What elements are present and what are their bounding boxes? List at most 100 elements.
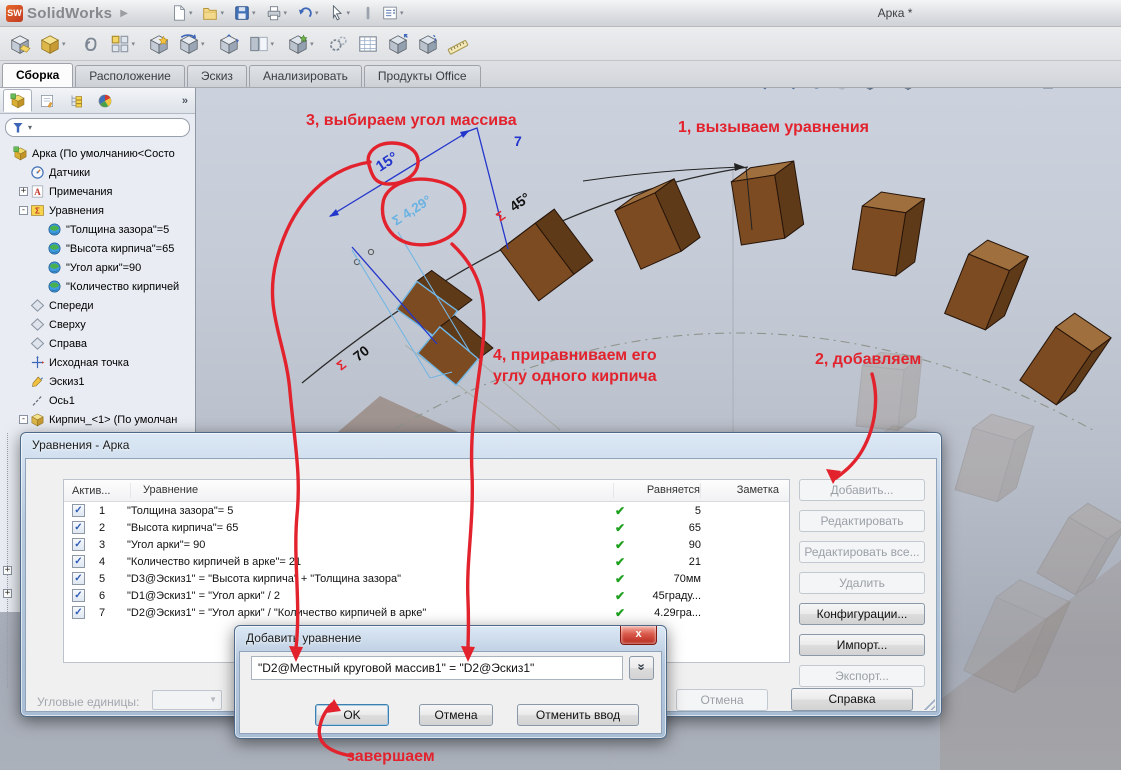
dropdown-arrow-icon[interactable]: ▾: [201, 40, 205, 48]
edit-button[interactable]: Редактировать: [799, 510, 925, 532]
equation-active-checkbox[interactable]: ✓: [72, 521, 85, 534]
tab-Расположение[interactable]: Расположение: [75, 65, 185, 87]
tree-item[interactable]: Эскиз1: [0, 372, 195, 391]
dropdown-arrow-icon[interactable]: ▾: [220, 9, 224, 17]
component-preview-button[interactable]: ▾: [39, 33, 71, 55]
equation-row[interactable]: ✓7"D2@Эскиз1" = "Угол арки" / "Количеств…: [64, 604, 789, 621]
measure-button[interactable]: [447, 33, 469, 55]
dropdown-arrow-icon[interactable]: ▾: [310, 40, 314, 48]
equation-row[interactable]: ✓5"D3@Эскиз1" = "Высота кирпича" + "Толщ…: [64, 570, 789, 587]
tab-Анализировать[interactable]: Анализировать: [249, 65, 362, 87]
filter-dropdown-icon[interactable]: ▾: [28, 123, 32, 132]
solidworks-logo[interactable]: SW SolidWorks ▶: [0, 5, 138, 22]
equation-active-checkbox[interactable]: ✓: [72, 606, 85, 619]
rotate-component-button[interactable]: ▾: [178, 33, 210, 55]
equations-dialog-title[interactable]: Уравнения - Арка: [21, 433, 941, 457]
component-pattern-button[interactable]: ▾: [109, 33, 141, 55]
expand-chevron-button[interactable]: »: [629, 656, 654, 680]
dropdown-arrow-icon[interactable]: ▾: [132, 40, 136, 48]
tree-item[interactable]: Датчики: [0, 163, 195, 182]
add-equation-button[interactable]: Добавить...: [799, 479, 925, 501]
edit-all-button[interactable]: Редактировать все...: [799, 541, 925, 563]
bill-of-materials-button[interactable]: [357, 33, 379, 55]
equation-active-checkbox[interactable]: ✓: [72, 504, 85, 517]
tree-expander[interactable]: +: [3, 566, 12, 575]
new-document-button[interactable]: ▾: [168, 3, 200, 23]
tree-item[interactable]: Спереди: [0, 296, 195, 315]
tree-item[interactable]: -Кирпич_<1> (По умолчан: [0, 410, 195, 429]
configurations-button[interactable]: Конфигурации...: [799, 603, 925, 625]
cancel-button[interactable]: Отмена: [676, 689, 768, 711]
equation-active-checkbox[interactable]: ✓: [72, 572, 85, 585]
tree-item[interactable]: Исходная точка: [0, 353, 195, 372]
explode-lines-button[interactable]: [417, 33, 439, 55]
add-equation-dialog-title[interactable]: Добавить уравнение: [235, 626, 666, 650]
dropdown-arrow-icon[interactable]: ▾: [347, 9, 351, 17]
column-equation[interactable]: Уравнение: [130, 483, 613, 498]
toggle-button[interactable]: [357, 3, 379, 23]
dropdown-arrow-icon[interactable]: ▾: [284, 9, 288, 17]
tree-item[interactable]: Справа: [0, 334, 195, 353]
print-button[interactable]: ▾: [263, 3, 295, 23]
configurationmanager-tab[interactable]: [61, 89, 90, 112]
export-button[interactable]: Экспорт...: [799, 665, 925, 687]
equation-active-checkbox[interactable]: ✓: [72, 538, 85, 551]
equation-row[interactable]: ✓6"D1@Эскиз1" = "Угол арки" / 2✔45граду.…: [64, 587, 789, 604]
filter-input[interactable]: ▾: [5, 118, 190, 137]
dropdown-arrow-icon[interactable]: ▾: [189, 9, 193, 17]
tree-item[interactable]: -ΣУравнения: [0, 201, 195, 220]
equation-row[interactable]: ✓4"Количество кирпичей в арке"= 21✔21: [64, 553, 789, 570]
displaymanager-tab[interactable]: [90, 89, 119, 112]
options-list-button[interactable]: ▾: [379, 3, 411, 23]
tab-Продукты Office[interactable]: Продукты Office: [364, 65, 481, 87]
dropdown-arrow-icon[interactable]: ▾: [315, 9, 319, 17]
select-button[interactable]: ▾: [326, 3, 358, 23]
equation-row[interactable]: ✓2"Высота кирпича"= 65✔65: [64, 519, 789, 536]
close-icon[interactable]: x: [620, 626, 657, 645]
angular-units-select[interactable]: ▼: [152, 690, 222, 710]
equation-active-checkbox[interactable]: ✓: [72, 555, 85, 568]
tree-item[interactable]: "Высота кирпича"=65: [0, 239, 195, 258]
panel-expand-icon[interactable]: »: [182, 95, 188, 107]
assembly-features-button[interactable]: ▾: [287, 33, 319, 55]
equation-input[interactable]: "D2@Местный круговой массив1" = "D2@Эски…: [251, 656, 623, 680]
import-button[interactable]: Импорт...: [799, 634, 925, 656]
equation-row[interactable]: ✓1"Толщина зазора"= 5✔5: [64, 502, 789, 519]
cancel-button[interactable]: Отмена: [419, 704, 493, 726]
tree-expander[interactable]: -: [19, 415, 28, 424]
dropdown-arrow-icon[interactable]: ▾: [252, 9, 256, 17]
tab-Сборка[interactable]: Сборка: [2, 63, 73, 87]
column-active[interactable]: Актив...: [64, 485, 130, 497]
tree-item[interactable]: "Толщина зазора"=5: [0, 220, 195, 239]
equation-active-checkbox[interactable]: ✓: [72, 589, 85, 602]
featuremanager-tab[interactable]: [3, 89, 32, 112]
tree-item[interactable]: Ось1: [0, 391, 195, 410]
tree-expander[interactable]: +: [19, 187, 28, 196]
tree-item[interactable]: "Угол арки"=90: [0, 258, 195, 277]
insert-component-button[interactable]: [9, 33, 31, 55]
delete-button[interactable]: Удалить: [799, 572, 925, 594]
dropdown-arrow-icon[interactable]: ▾: [271, 40, 275, 48]
tree-expander[interactable]: -: [19, 206, 28, 215]
tree-expander[interactable]: +: [3, 589, 12, 598]
ok-button[interactable]: OK: [315, 704, 389, 726]
tree-item[interactable]: Сверху: [0, 315, 195, 334]
menu-expand-arrow-icon[interactable]: ▶: [120, 8, 128, 19]
column-comment[interactable]: Заметка: [700, 483, 789, 498]
undo-button[interactable]: ▾: [294, 3, 326, 23]
motion-study-button[interactable]: [327, 33, 349, 55]
help-button[interactable]: Справка: [791, 688, 913, 711]
cancel-input-button[interactable]: Отменить ввод: [517, 704, 639, 726]
dropdown-arrow-icon[interactable]: ▾: [62, 40, 66, 48]
show-hidden-button[interactable]: ▾: [248, 33, 280, 55]
smart-fasteners-button[interactable]: [148, 33, 170, 55]
mate-button[interactable]: [79, 33, 101, 55]
save-button[interactable]: ▾: [231, 3, 263, 23]
dropdown-arrow-icon[interactable]: ▾: [400, 9, 404, 17]
column-evaluates-to[interactable]: Равняется: [613, 483, 700, 498]
tree-item[interactable]: Арка (По умолчанию<Состо: [0, 144, 195, 163]
open-button[interactable]: ▾: [199, 3, 231, 23]
propertymanager-tab[interactable]: [32, 89, 61, 112]
tab-Эскиз[interactable]: Эскиз: [187, 65, 247, 87]
tree-item[interactable]: "Количество кирпичей: [0, 277, 195, 296]
